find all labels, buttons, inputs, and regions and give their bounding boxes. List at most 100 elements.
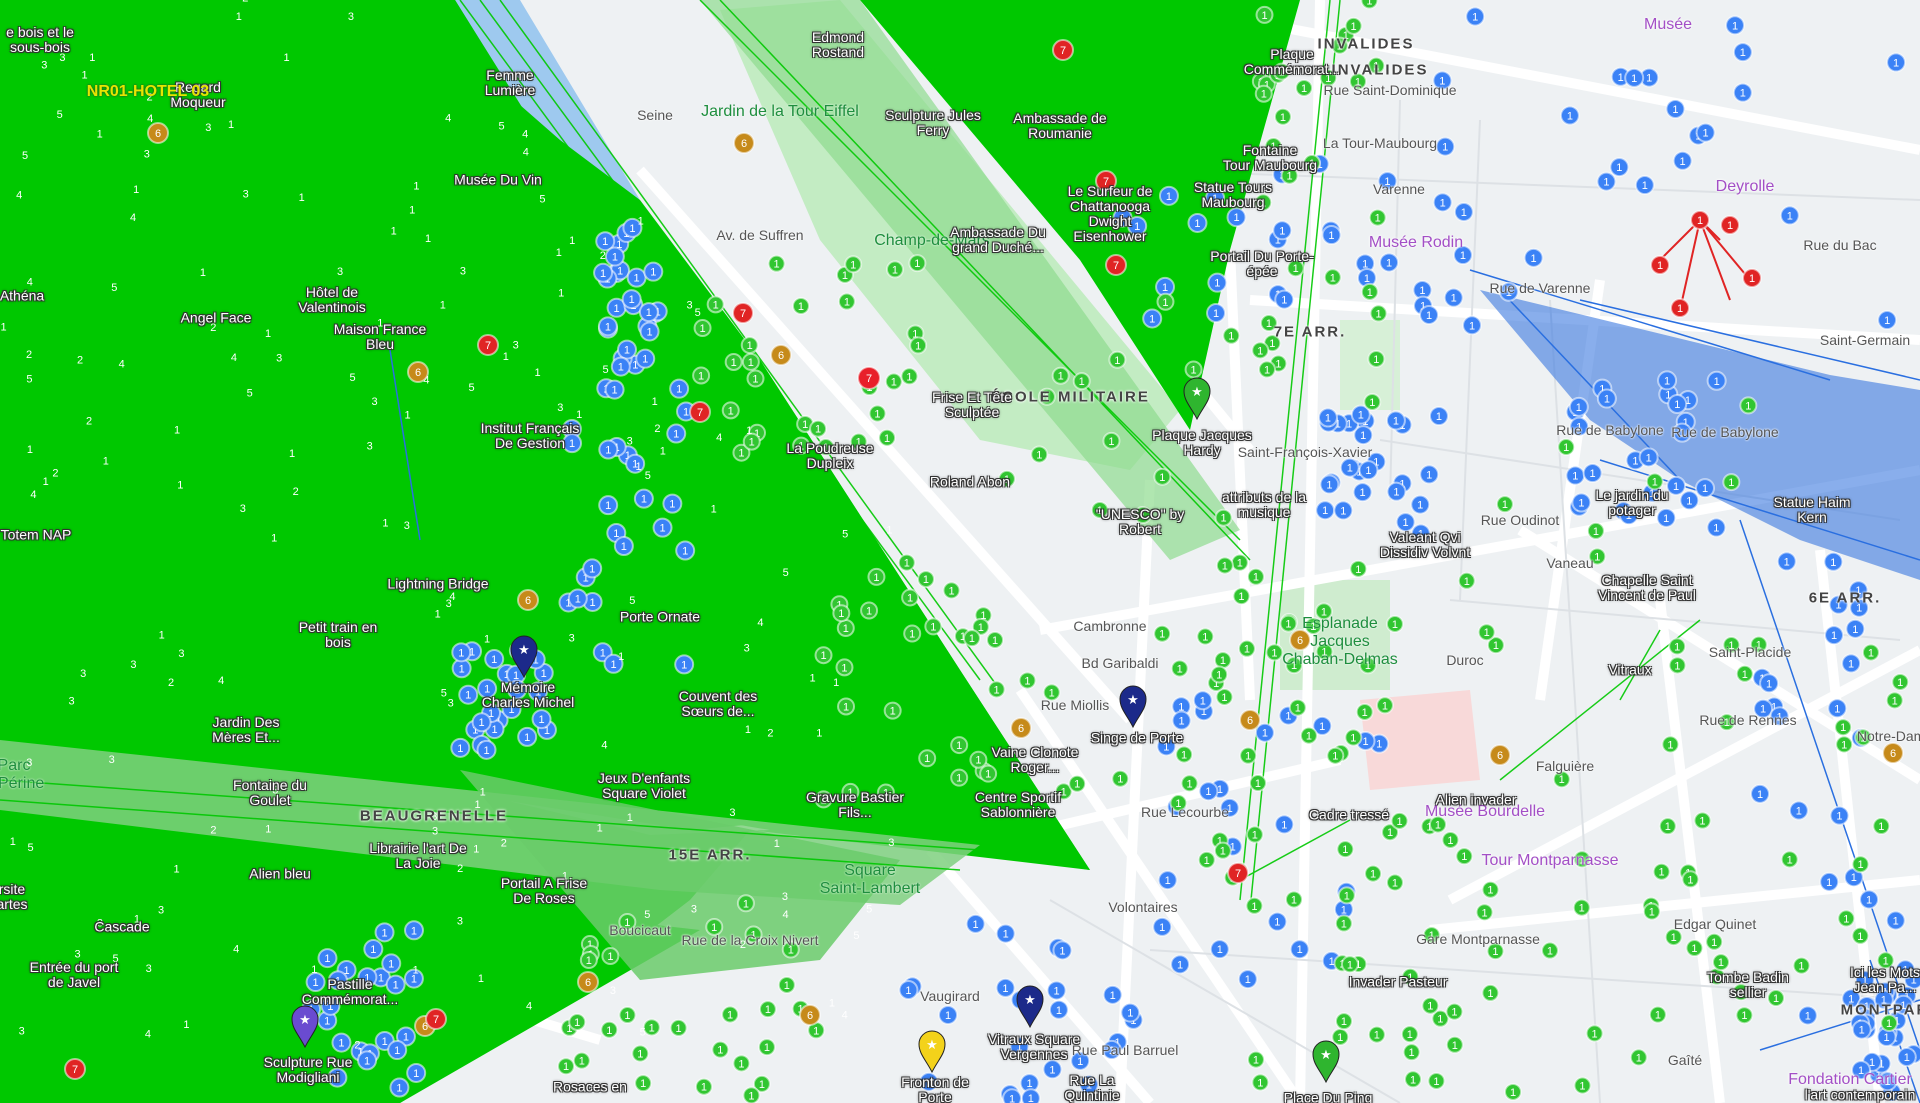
blue-cluster[interactable]: 1 [1859, 889, 1880, 910]
green-cluster[interactable]: 1 [1334, 914, 1353, 933]
blue-cluster[interactable]: 1 [1419, 304, 1440, 325]
green-cluster[interactable]: 1 [721, 401, 740, 420]
place-plaque-commemorat-label[interactable]: Plaque Commémorat... [1244, 47, 1340, 77]
green-cluster[interactable]: 1 [1668, 637, 1687, 656]
blue-cluster[interactable]: 1 [1102, 984, 1123, 1005]
map-canvas[interactable]: 1 1 1 1 1 1 1 1 1 1 1 1 1 1 1 1 1 1 1 1 1 1 1 1 1 1 1 1 1 1 1 1 1 1 1 1 1 1 1 1… [0, 0, 1920, 1103]
blue-cluster[interactable]: 1 [1596, 171, 1617, 192]
blue-cluster[interactable]: 1 [1152, 916, 1173, 937]
green-cluster[interactable]: 1 [814, 646, 833, 665]
green-cluster[interactable]: 1 [1457, 571, 1476, 590]
place-vitraux-square-label[interactable]: Vitraux Square Vergennes [988, 1032, 1080, 1062]
blue-cluster[interactable]: 1 [387, 1040, 408, 1061]
blue-cluster[interactable]: 1 [450, 737, 471, 758]
green-cluster[interactable]: 1 [1254, 84, 1273, 103]
place-roland-abon-label[interactable]: Roland Abon [930, 474, 1010, 490]
blue-cluster[interactable]: 1 [1042, 1059, 1063, 1080]
green-cluster[interactable]: 1 [1337, 886, 1356, 905]
place-bois-label[interactable]: e bois et le sous-bois [6, 25, 74, 55]
green-cluster[interactable]: 1 [962, 629, 981, 648]
place-fontaine-tour-maubourg-label[interactable]: Fontaine Tour Maubourg [1223, 143, 1317, 173]
green-cluster[interactable]: 1 [1245, 825, 1264, 844]
blue-cluster[interactable]: 1 [598, 495, 619, 516]
blue-cluster[interactable]: 1 [1272, 220, 1293, 241]
place-maison-france-bleu-label[interactable]: Maison France Bleu [334, 322, 427, 352]
blue-cluster[interactable]: 1 [598, 439, 619, 460]
green-cluster[interactable]: 1 [1255, 5, 1274, 24]
blue-cluster[interactable]: 1 [1596, 388, 1617, 409]
blue-cluster[interactable]: 1 [898, 980, 919, 1001]
green-cluster[interactable]: 1 [1265, 643, 1284, 662]
green-cluster[interactable]: 1 [1184, 360, 1203, 379]
place-pastille-label[interactable]: Pastille Commémorat... [302, 977, 398, 1007]
green-cluster[interactable]: 1 [1156, 292, 1175, 311]
green-cluster[interactable]: 1 [924, 617, 943, 636]
blue-cluster[interactable]: 1 [1823, 551, 1844, 572]
blue-cluster[interactable]: 1 [616, 339, 637, 360]
blue-cluster[interactable]: 1 [1321, 225, 1342, 246]
place-petit-train-label[interactable]: Petit train en bois [299, 620, 378, 650]
blue-cluster[interactable]: 1 [666, 423, 687, 444]
place-centre-sportif-label[interactable]: Centre Sportif Sablonnière [975, 790, 1061, 820]
green-cluster[interactable]: 1 [693, 319, 712, 338]
blue-cluster[interactable]: 1 [1523, 247, 1544, 268]
green-cluster[interactable]: 1 [1344, 728, 1363, 747]
green-cluster[interactable]: 1 [1237, 639, 1256, 658]
green-cluster[interactable]: 1 [1340, 955, 1359, 974]
green-cluster[interactable]: 1 [721, 1005, 740, 1024]
place-ping-star-marker-icon[interactable]: ★ [1312, 1040, 1340, 1084]
green-cluster[interactable]: 1 [1246, 1050, 1265, 1069]
blue-cluster[interactable]: 1 [638, 302, 659, 323]
green-cluster[interactable]: 1 [1175, 745, 1194, 764]
place-la-poudreuse-label[interactable]: La Poudreuse Dupleix [786, 441, 873, 471]
blue-cluster[interactable]: 1 [1665, 99, 1686, 120]
red-cluster[interactable]: 7 [1052, 39, 1074, 61]
blue-cluster[interactable]: 1 [1428, 406, 1449, 427]
blue-cluster[interactable]: 1 [1052, 940, 1073, 961]
blue-cluster[interactable]: 1 [1002, 1088, 1023, 1103]
blue-cluster[interactable]: 1 [604, 246, 625, 267]
green-cluster[interactable]: 1 [878, 428, 897, 447]
blue-cluster[interactable]: 1 [1824, 625, 1845, 646]
green-cluster[interactable]: 1 [1739, 396, 1758, 415]
green-cluster[interactable]: 1 [837, 292, 856, 311]
blue-cluster[interactable]: 1 [1157, 870, 1178, 891]
green-cluster[interactable]: 1 [736, 894, 755, 913]
green-cluster[interactable]: 1 [1481, 983, 1500, 1002]
green-cluster[interactable]: 1 [1455, 847, 1474, 866]
green-cluster[interactable]: 1 [732, 1054, 751, 1073]
blue-cluster[interactable]: 1 [1453, 201, 1474, 222]
blue-cluster[interactable]: 1 [1559, 105, 1580, 126]
place-angel-face-label[interactable]: Angel Face [181, 310, 252, 326]
red-cluster[interactable]: 1 [1690, 210, 1710, 230]
green-cluster[interactable]: 1 [669, 1018, 688, 1037]
green-cluster[interactable]: 1 [901, 588, 920, 607]
place-cadre-tresse-label[interactable]: Cadre tressé [1309, 807, 1389, 823]
place-attributs-musique-label[interactable]: attributs de la musique [1222, 490, 1306, 520]
green-cluster[interactable]: 1 [1642, 902, 1661, 921]
blue-cluster[interactable]: 1 [597, 316, 618, 337]
green-cluster[interactable]: 1 [969, 750, 988, 769]
green-cluster[interactable]: 1 [1504, 1082, 1523, 1101]
blue-cluster[interactable]: 1 [1582, 463, 1603, 484]
blue-cluster[interactable]: 1 [1841, 653, 1862, 674]
blue-cluster[interactable]: 1 [1267, 911, 1288, 932]
green-cluster[interactable]: 1 [1248, 773, 1267, 792]
blue-cluster[interactable]: 1 [1120, 1002, 1141, 1023]
place-alien-invader-label[interactable]: Alien invader [1436, 792, 1517, 808]
blue-cluster[interactable]: 1 [1171, 710, 1192, 731]
place-fronton-label[interactable]: Fronton de Porte [901, 1075, 969, 1103]
blue-cluster[interactable]: 1 [1845, 618, 1866, 639]
blue-cluster[interactable]: 1 [582, 558, 603, 579]
green-cluster[interactable]: 1 [1326, 746, 1345, 765]
green-cluster[interactable]: 1 [631, 1044, 650, 1063]
green-cluster[interactable]: 1 [1851, 855, 1870, 874]
orange-cluster[interactable]: 6 [407, 361, 429, 383]
red-cluster[interactable]: 7 [64, 1058, 86, 1080]
green-cluster[interactable]: 1 [1344, 16, 1363, 35]
blue-cluster[interactable]: 1 [1896, 1047, 1917, 1068]
green-cluster[interactable]: 1 [1336, 840, 1355, 859]
place-singe-de-porte-label[interactable]: Singe de Porte [1091, 730, 1184, 746]
blue-cluster[interactable]: 1 [331, 1032, 352, 1053]
blue-cluster[interactable]: 1 [652, 517, 673, 538]
